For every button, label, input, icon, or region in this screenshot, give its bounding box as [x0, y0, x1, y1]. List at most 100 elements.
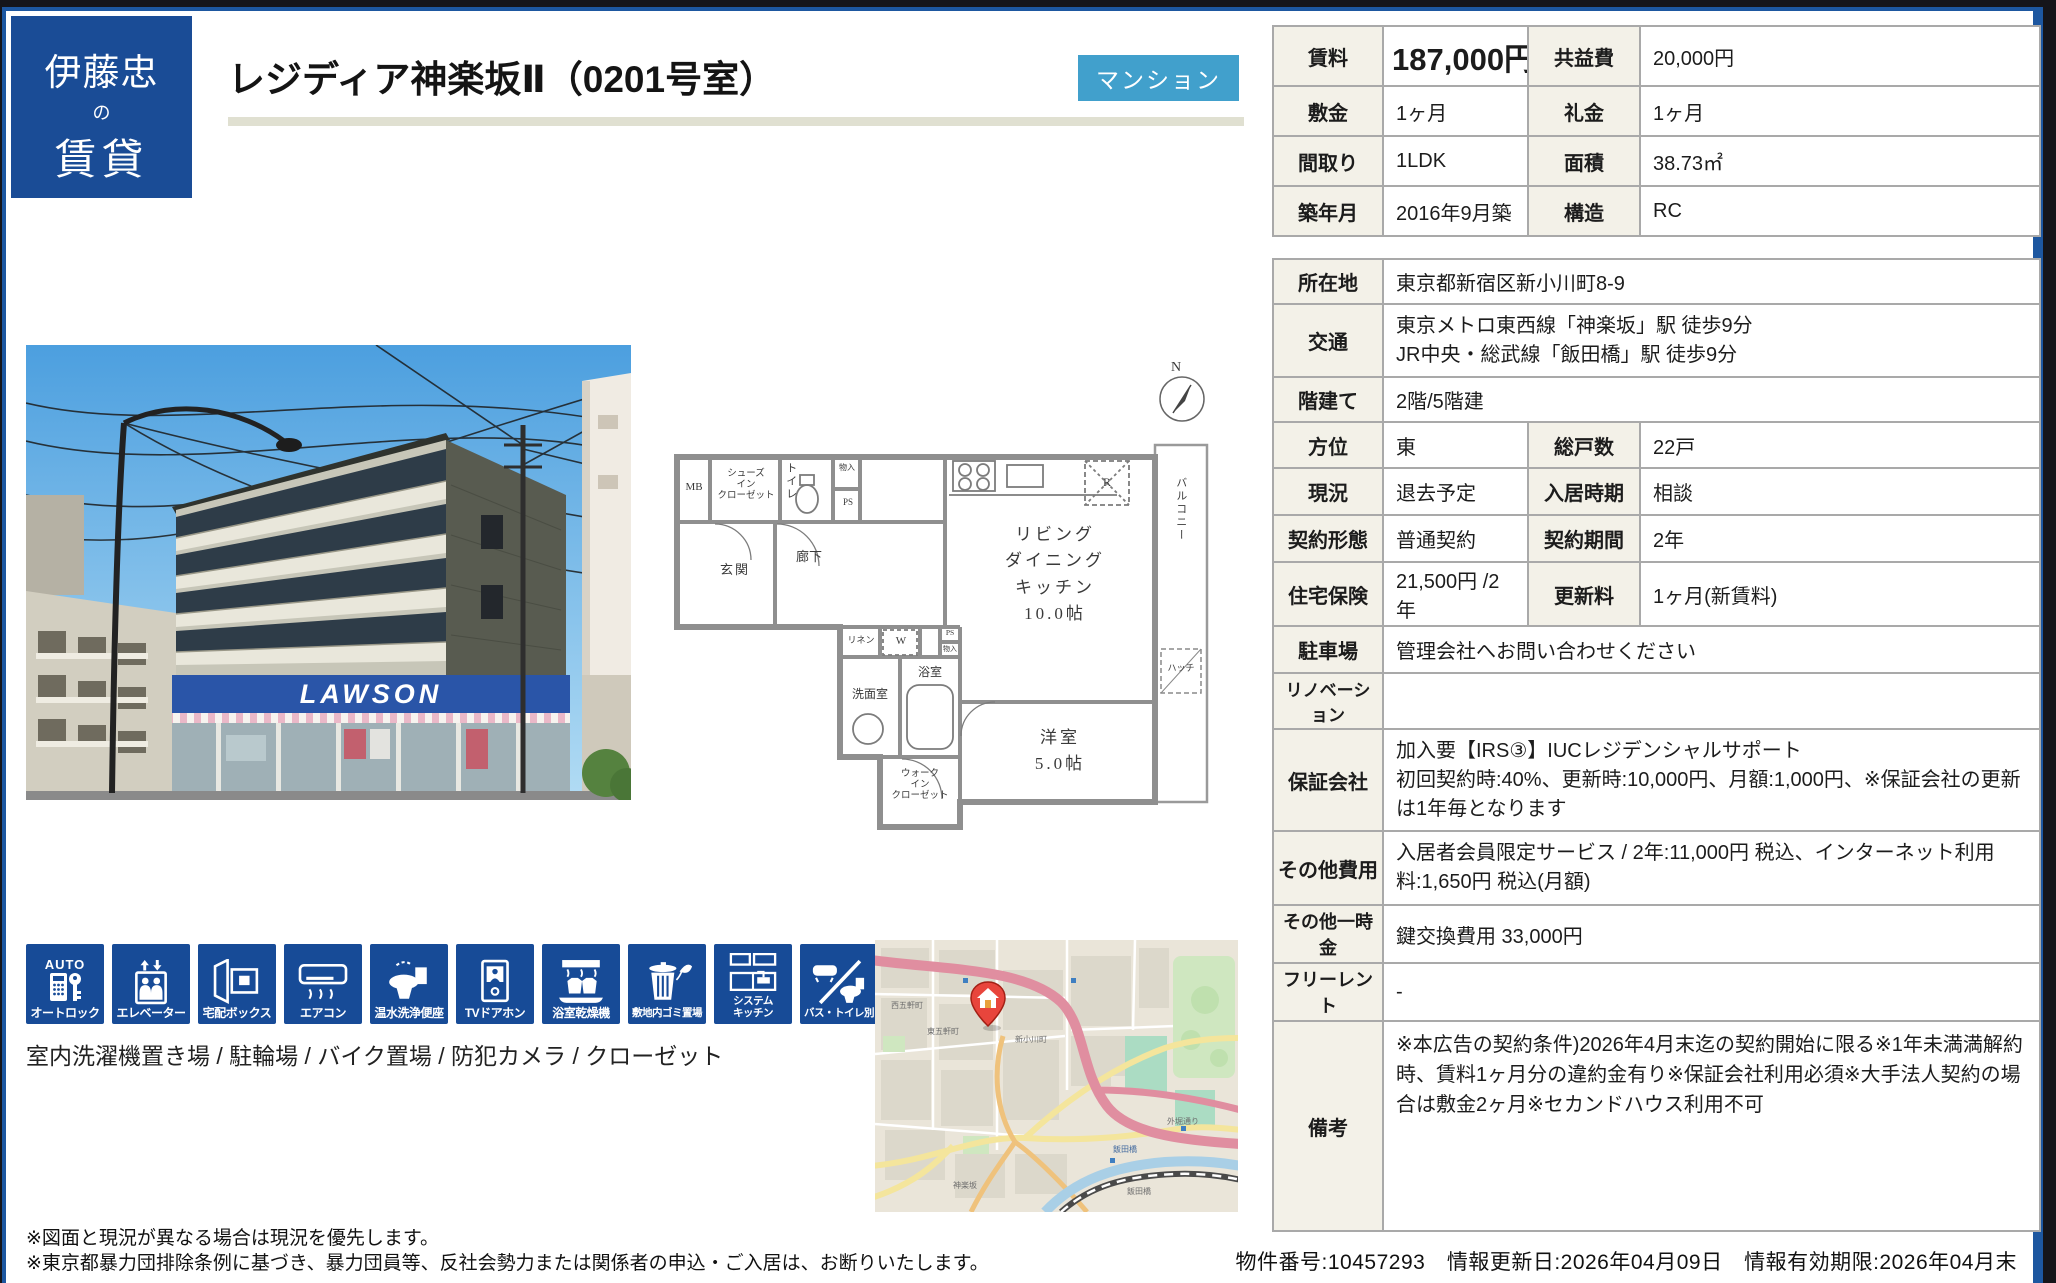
map-label: 西五軒町: [891, 1000, 923, 1011]
remarks-label: 備考: [1273, 1021, 1383, 1231]
aircon-icon: エアコン: [284, 944, 362, 1024]
direction-label: 方位: [1273, 422, 1383, 468]
page-title: レジディア神楽坂Ⅱ（0201号室）: [228, 49, 776, 103]
move-in-value: 相談: [1640, 468, 2040, 515]
logo-line2: の: [11, 99, 192, 125]
logo-line1: 伊藤忠: [11, 42, 192, 96]
room-bathroom: 浴室: [905, 665, 955, 680]
status-label: 現況: [1273, 468, 1383, 515]
garbage-area-icon: 敷地内ゴミ置場: [628, 944, 706, 1024]
washlet-icon: 温水洗浄便座: [370, 944, 448, 1024]
other-fees-value: 入居者会員限定サービス / 2年:11,000円 税込、インターネット利用料:1…: [1383, 831, 2040, 905]
room-storage-mid: 物入: [940, 645, 960, 654]
bathroom-dryer-glyph: [549, 959, 613, 1005]
tv-doorphone-icon: TVドアホン: [456, 944, 534, 1024]
key-money-label: 礼金: [1528, 86, 1640, 136]
contract-term-label: 契約期間: [1528, 515, 1640, 562]
layout-value: 1LDK: [1383, 136, 1528, 186]
footer-notes: ※図面と現況が異なる場合は現況を優先します。 ※東京都暴力団排除条例に基づき、暴…: [26, 1226, 989, 1276]
facility-label: バス・トイレ別: [800, 1007, 878, 1019]
facility-label: オートロック: [26, 1007, 104, 1019]
floors-label: 階建て: [1273, 377, 1383, 422]
aircon-glyph: [291, 959, 355, 1005]
free-rent-value: -: [1383, 963, 2040, 1021]
free-rent-label: フリーレント: [1273, 963, 1383, 1021]
facility-label: 宅配ボックス: [198, 1007, 276, 1019]
remarks-value: ※本広告の契約条件)2026年4月末迄の契約開始に限る※1年未満満解約時、賃料1…: [1383, 1021, 2040, 1231]
details-table: 所在地 東京都新宿区新小川町8-9 交通 東京メトロ東西線「神楽坂」駅 徒歩9分…: [1272, 258, 2041, 1232]
compass-n-label: N: [1171, 359, 1181, 377]
room-bedroom: 洋室 5.0帖: [995, 725, 1125, 778]
room-fridge: R: [1095, 475, 1119, 490]
autolock-icon: AUTO オートロック: [26, 944, 104, 1024]
room-storage-top: 物入: [836, 463, 858, 473]
room-ldk: リビング ダイニング キッチン 10.0帖: [975, 522, 1135, 627]
total-units-value: 22戸: [1640, 422, 2040, 468]
other-onetime-value: 鍵交換費用 33,000円: [1383, 905, 2040, 963]
renewal-fee-value: 1ヶ月(新賃料): [1640, 562, 2040, 626]
map-label: 新小川町: [1015, 1034, 1047, 1045]
property-info: 物件番号:10457293 情報更新日:2026年04月09日 情報有効期限:2…: [1236, 1246, 2017, 1276]
room-washroom: 洗面室: [841, 687, 899, 702]
room-ps-mid: PS: [941, 628, 959, 637]
room-toilet: トイレ: [783, 462, 797, 501]
map-label: 飯田橋: [1113, 1144, 1137, 1155]
itochu-logo: 伊藤忠 の 賃貸: [11, 16, 192, 198]
rent-label: 賃料: [1273, 26, 1383, 86]
facility-label: 温水洗浄便座: [370, 1007, 448, 1019]
system-kitchen-icon: システム キッチン: [714, 944, 792, 1024]
map-label: 飯田橋: [1127, 1186, 1151, 1197]
room-hatch: ハッチ: [1163, 663, 1199, 674]
map-label: 東五軒町: [927, 1026, 959, 1037]
room-entrance: 玄関: [703, 562, 767, 578]
property-type-badge: マンション: [1078, 55, 1239, 101]
facility-label: エアコン: [284, 1007, 362, 1019]
layout-label: 間取り: [1273, 136, 1383, 186]
room-walk-in-closet: ウォーク イン クローゼット: [883, 769, 957, 802]
access-label: 交通: [1273, 304, 1383, 377]
room-balcony: バルコニー: [1173, 477, 1187, 542]
location-map: 西五軒町 東五軒町 新小川町 飯田橋 飯田橋 神楽坂 外堀通り: [875, 940, 1238, 1212]
access-value: 東京メトロ東西線「神楽坂」駅 徒歩9分 JR中央・総武線「飯田橋」駅 徒歩9分: [1383, 304, 2040, 377]
room-shoes-closet: シューズ イン クローゼット: [713, 469, 779, 502]
total-units-label: 総戸数: [1528, 422, 1640, 468]
autolock-auto-text: AUTO: [45, 958, 86, 971]
key-money-value: 1ヶ月: [1640, 86, 2040, 136]
deposit-value: 1ヶ月: [1383, 86, 1528, 136]
building-photo-art: [26, 345, 631, 800]
area-value: 38.73㎡: [1640, 136, 2040, 186]
system-kitchen-glyph: [721, 953, 785, 993]
insurance-value: 21,500円 /2年: [1383, 562, 1528, 626]
renewal-fee-label: 更新料: [1528, 562, 1640, 626]
insurance-label: 住宅保険: [1273, 562, 1383, 626]
other-fees-label: その他費用: [1273, 831, 1383, 905]
elevator-icon: エレベーター: [112, 944, 190, 1024]
listing-page: 伊藤忠 の 賃貸 レジディア神楽坂Ⅱ（0201号室） マンション: [2, 7, 2043, 1283]
floorplan: N MB シューズ イン クローゼット トイレ 物入 PS 玄関 廊下 リネン …: [655, 357, 1235, 840]
renovation-value: [1383, 673, 2040, 729]
facility-label: 浴室乾燥機: [542, 1007, 620, 1019]
title-underline: [228, 117, 1244, 126]
lawson-sign-text: LAWSON: [266, 679, 476, 710]
room-ps-top: PS: [837, 497, 859, 508]
facility-label: エレベーター: [112, 1007, 190, 1019]
room-washer: W: [891, 635, 911, 649]
autolock-glyph: [33, 971, 97, 1005]
map-label: 外堀通り: [1167, 1116, 1199, 1127]
renovation-label: リノベーション: [1273, 673, 1383, 729]
logo-rule: [43, 203, 161, 205]
parking-value: 管理会社へお問い合わせください: [1383, 626, 2040, 673]
contract-term-value: 2年: [1640, 515, 2040, 562]
facility-label: 敷地内ゴミ置場: [628, 1007, 706, 1019]
location-label: 所在地: [1273, 259, 1383, 304]
area-label: 面積: [1528, 136, 1640, 186]
parking-label: 駐車場: [1273, 626, 1383, 673]
built-value: 2016年9月築: [1383, 186, 1528, 236]
delivery-box-glyph: [205, 959, 269, 1005]
common-fee-value: 20,000円: [1640, 26, 2040, 86]
guarantor-value: 加入要【IRS③】IUCレジデンシャルサポート 初回契約時:40%、更新時:10…: [1383, 729, 2040, 831]
structure-value: RC: [1640, 186, 2040, 236]
delivery-box-icon: 宅配ボックス: [198, 944, 276, 1024]
move-in-label: 入居時期: [1528, 468, 1640, 515]
footer-note-line: ※図面と現況が異なる場合は現況を優先します。: [26, 1226, 989, 1251]
